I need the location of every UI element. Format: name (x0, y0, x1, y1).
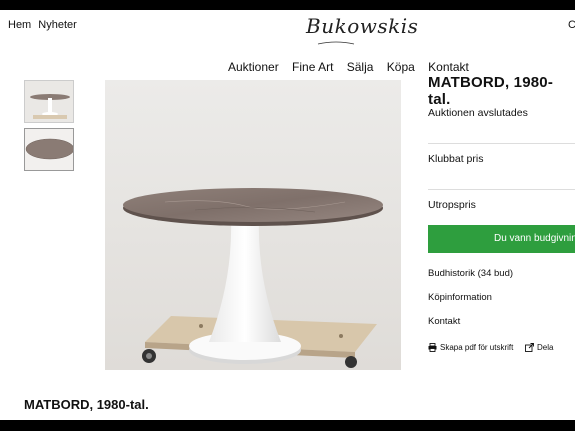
share-label: Dela (537, 343, 554, 352)
product-photo (105, 80, 401, 370)
nav-buy[interactable]: Köpa (387, 60, 415, 74)
hammer-price-label: Klubbat pris (428, 153, 484, 165)
product-title: MATBORD, 1980-tal. (428, 74, 554, 108)
thumbnail-1[interactable] (24, 80, 74, 123)
create-pdf-label: Skapa pdf för utskrift (440, 343, 514, 352)
page: Hem Nyheter Bukowskis C Auktioner Fine A… (0, 10, 575, 420)
nav-home-link[interactable]: Hem (8, 19, 31, 31)
share-icon (525, 343, 534, 352)
bid-history-link[interactable]: Budhistorik (34 bud) (428, 268, 513, 279)
main-nav: Auktioner Fine Art Sälja Köpa Kontakt (228, 60, 479, 74)
win-bid-button[interactable]: Du vann budgivning (428, 225, 575, 253)
thumbnail-2[interactable] (24, 128, 74, 171)
print-icon (428, 343, 437, 352)
nav-sell[interactable]: Sälja (347, 60, 374, 74)
bottom-product-title: MATBORD, 1980-tal. (24, 397, 149, 412)
auction-status: Auktionen avslutades (428, 107, 528, 119)
nav-fine-art[interactable]: Fine Art (292, 60, 333, 74)
nav-news-link[interactable]: Nyheter (38, 19, 77, 31)
header-right-glyph[interactable]: C (568, 19, 575, 31)
estimate-label: Utropspris (428, 199, 476, 211)
divider (428, 143, 575, 144)
share-link[interactable]: Dela (525, 343, 553, 352)
top-nav: Hem Nyheter (8, 19, 81, 31)
contact-link[interactable]: Kontakt (428, 316, 460, 327)
site-logo[interactable]: Bukowskis (306, 14, 418, 38)
nav-contact[interactable]: Kontakt (428, 60, 469, 74)
logo-flourish (317, 41, 355, 45)
divider (428, 189, 575, 190)
purchase-info-link[interactable]: Köpinformation (428, 292, 492, 303)
create-pdf-link[interactable]: Skapa pdf för utskrift (428, 343, 513, 352)
nav-auctions[interactable]: Auktioner (228, 60, 279, 74)
